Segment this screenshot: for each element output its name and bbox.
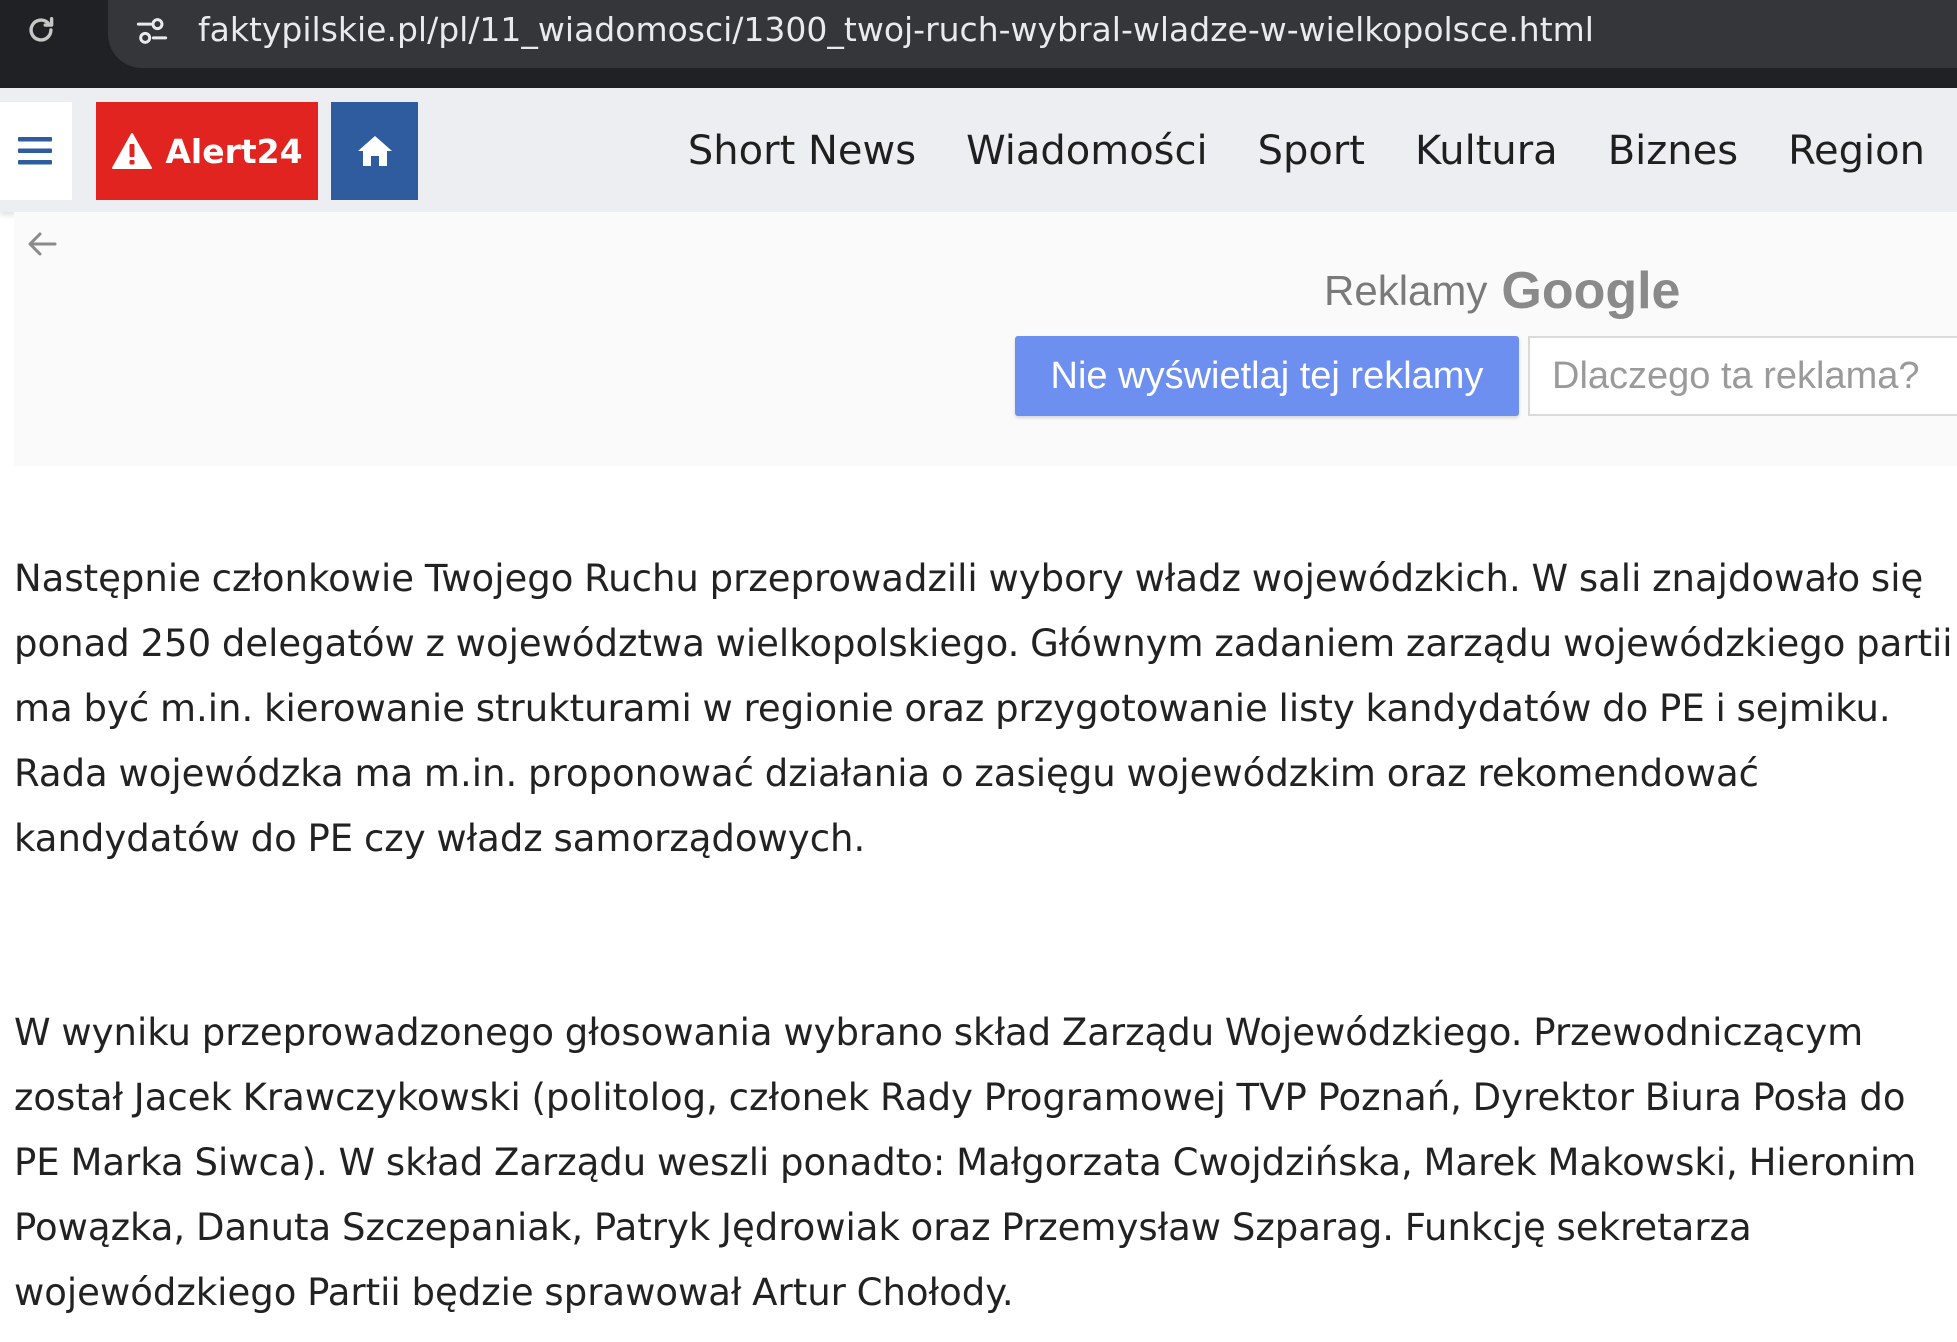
nav-link-short-news[interactable]: Short News: [688, 128, 916, 174]
home-icon: [357, 136, 392, 166]
why-this-ad-button[interactable]: Dlaczego ta reklama?: [1528, 336, 1957, 416]
ads-by-google-label: Reklamy Google: [1324, 256, 1680, 326]
url-text[interactable]: faktypilskie.pl/pl/11_wiadomosci/1300_tw…: [198, 4, 1594, 56]
nav-link-biznes[interactable]: Biznes: [1608, 128, 1738, 174]
reload-icon[interactable]: [14, 0, 68, 60]
ad-feedback-panel: Reklamy Google Nie wyświetlaj tej reklam…: [14, 212, 1957, 466]
article-paragraph: W wyniku przeprowadzonego głosowania wyb…: [14, 1011, 1917, 1314]
stop-seeing-ad-button[interactable]: Nie wyświetlaj tej reklamy: [1015, 336, 1519, 416]
ads-label-text: Reklamy: [1324, 267, 1488, 314]
clipped-text-line: [0, 466, 1957, 476]
hamburger-icon: [18, 137, 52, 165]
main-menu: Short News Wiadomości Sport Kultura Bizn…: [688, 102, 1925, 200]
nav-link-sport[interactable]: Sport: [1258, 128, 1365, 174]
article-paragraph: Następnie członkowie Twojego Ruchu przep…: [14, 557, 1953, 860]
back-arrow-icon[interactable]: [20, 224, 64, 264]
browser-toolbar: faktypilskie.pl/pl/11_wiadomosci/1300_tw…: [0, 0, 1957, 88]
warning-icon: [112, 133, 153, 169]
google-logo: Google: [1501, 262, 1681, 320]
address-bar[interactable]: faktypilskie.pl/pl/11_wiadomosci/1300_tw…: [108, 0, 1957, 68]
home-button[interactable]: [331, 102, 418, 200]
alert24-label: Alert24: [165, 131, 303, 171]
site-settings-icon[interactable]: [128, 8, 176, 54]
alert24-button[interactable]: Alert24: [96, 102, 318, 200]
nav-link-kultura[interactable]: Kultura: [1415, 128, 1558, 174]
nav-link-region[interactable]: Region: [1788, 128, 1925, 174]
hamburger-menu-button[interactable]: [0, 102, 72, 200]
nav-link-wiadomosci[interactable]: Wiadomości: [966, 128, 1208, 174]
site-navigation: Alert24 Short News Wiadomości Sport Kult…: [0, 88, 1957, 212]
